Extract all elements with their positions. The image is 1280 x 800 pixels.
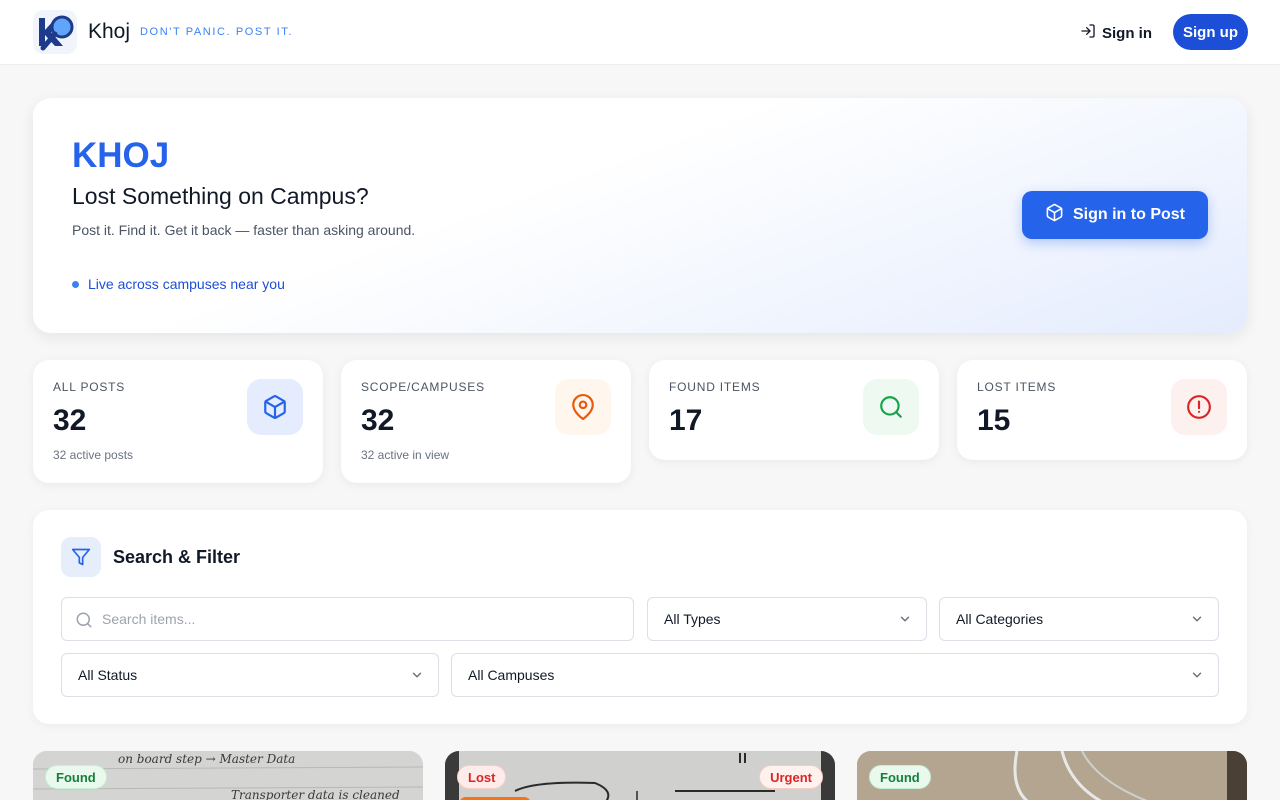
stat-note: 32 active in view: [361, 448, 450, 462]
map-pin-icon: [555, 379, 611, 435]
sign-in-to-post-label: Sign in to Post: [1073, 206, 1185, 223]
filter-title: Search & Filter: [113, 547, 241, 567]
stat-card-lost-items: LOST ITEMS 15: [957, 360, 1247, 460]
stat-value: 32: [361, 404, 395, 437]
search-icon: [863, 379, 919, 435]
stat-value: 32: [53, 404, 87, 437]
handwriting-line-1: on board step → Master Data: [118, 752, 295, 766]
search-placeholder: Search items...: [102, 611, 196, 627]
stat-note: 32 active posts: [53, 448, 134, 462]
stat-value: 17: [669, 404, 703, 437]
lost-badge: Lost: [457, 765, 507, 789]
chevron-down-icon: [410, 668, 424, 685]
item-card[interactable]: on board step → Master Data Transporter …: [33, 751, 423, 800]
hero-subtitle: Lost Something on Campus?: [72, 183, 369, 209]
found-badge: Found: [869, 765, 931, 789]
stat-card-scope-campuses: SCOPE/CAMPUSES 32 32 active in view: [341, 360, 631, 483]
item-card[interactable]: Found: [857, 751, 1247, 800]
handwriting-line-2: Transporter data is cleaned: [231, 788, 400, 800]
stat-value: 15: [977, 404, 1011, 437]
live-status: Live across campuses near you: [72, 276, 285, 292]
found-badge: Found: [45, 765, 107, 789]
brand-tagline: DON'T PANIC. POST IT.: [140, 26, 294, 38]
type-select[interactable]: All Types: [647, 597, 927, 641]
sign-in-label: Sign in: [1102, 24, 1152, 42]
search-input[interactable]: Search items...: [61, 597, 634, 641]
stat-card-found-items: FOUND ITEMS 17: [649, 360, 939, 460]
hero-description: Post it. Find it. Get it back — faster t…: [72, 222, 416, 238]
search-icon: [75, 611, 93, 632]
type-select-value: All Types: [664, 611, 721, 627]
alert-circle-icon: [1171, 379, 1227, 435]
hero-banner: KHOJ Lost Something on Campus? Post it. …: [33, 98, 1247, 333]
stat-label: LOST ITEMS: [977, 380, 1057, 394]
urgent-badge: Urgent: [759, 765, 823, 789]
chevron-down-icon: [1190, 668, 1204, 685]
khoj-logo-icon[interactable]: [33, 10, 77, 54]
stat-card-all-posts: ALL POSTS 32 32 active posts: [33, 360, 323, 483]
live-status-text: Live across campuses near you: [88, 276, 285, 292]
search-filter-panel: Search & Filter Search items... All Type…: [33, 510, 1247, 724]
chevron-down-icon: [1190, 612, 1204, 629]
sign-in-icon: [1080, 23, 1096, 43]
box-icon: [247, 379, 303, 435]
campus-select-value: All Campuses: [468, 667, 555, 683]
hero-title: KHOJ: [72, 136, 170, 175]
status-select-value: All Status: [78, 667, 138, 683]
live-dot-icon: [72, 280, 79, 288]
filter-icon: [61, 537, 101, 577]
campus-select[interactable]: All Campuses: [451, 653, 1219, 697]
top-navbar: Khoj DON'T PANIC. POST IT. Sign in Sign …: [0, 0, 1280, 65]
sign-in-to-post-button[interactable]: Sign in to Post: [1022, 191, 1208, 239]
item-card[interactable]: Lost Urgent: [445, 751, 835, 800]
sign-up-button[interactable]: Sign up: [1173, 14, 1248, 50]
stat-label: SCOPE/CAMPUSES: [361, 380, 485, 394]
brand-name[interactable]: Khoj: [88, 20, 130, 44]
status-select[interactable]: All Status: [61, 653, 439, 697]
category-select[interactable]: All Categories: [939, 597, 1219, 641]
stat-label: FOUND ITEMS: [669, 380, 761, 394]
stat-label: ALL POSTS: [53, 380, 126, 394]
category-select-value: All Categories: [956, 611, 1044, 627]
chevron-down-icon: [898, 612, 912, 629]
box-icon: [1045, 203, 1064, 227]
sign-in-link[interactable]: Sign in: [1080, 22, 1152, 44]
